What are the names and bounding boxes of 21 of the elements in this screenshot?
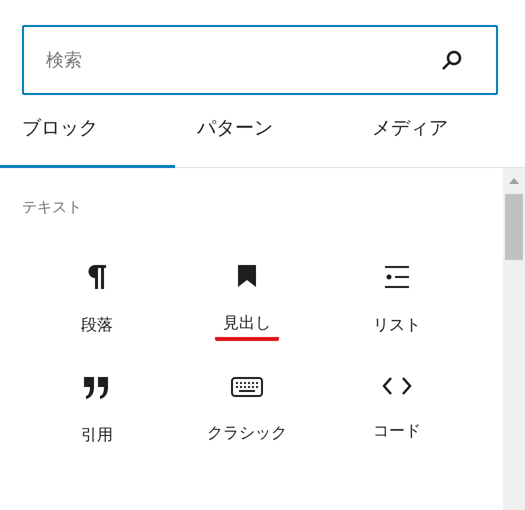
search-icon	[442, 50, 462, 70]
scroll-thumb[interactable]	[505, 194, 523, 260]
scrollbar[interactable]	[503, 168, 525, 510]
scroll-up-icon[interactable]	[509, 178, 519, 184]
block-item[interactable]: 引用	[22, 377, 172, 453]
list-icon	[385, 265, 409, 289]
block-item[interactable]: 見出し	[172, 265, 322, 343]
category-heading: テキスト	[21, 197, 83, 217]
paragraph-icon	[88, 265, 106, 289]
tab[interactable]: メディア	[350, 95, 525, 168]
block-item[interactable]: コード	[322, 377, 472, 453]
search-field[interactable]: 検索	[22, 25, 498, 95]
block-item[interactable]: クラシック	[172, 377, 322, 453]
bookmark-icon	[238, 265, 256, 287]
block-item[interactable]: 段落	[22, 265, 172, 343]
keyboard-icon	[231, 377, 263, 397]
quote-icon	[84, 377, 110, 399]
tab[interactable]: ブロック	[0, 95, 175, 168]
tab[interactable]: パターン	[175, 95, 350, 168]
block-item[interactable]: リスト	[322, 265, 472, 343]
code-icon	[382, 377, 412, 395]
